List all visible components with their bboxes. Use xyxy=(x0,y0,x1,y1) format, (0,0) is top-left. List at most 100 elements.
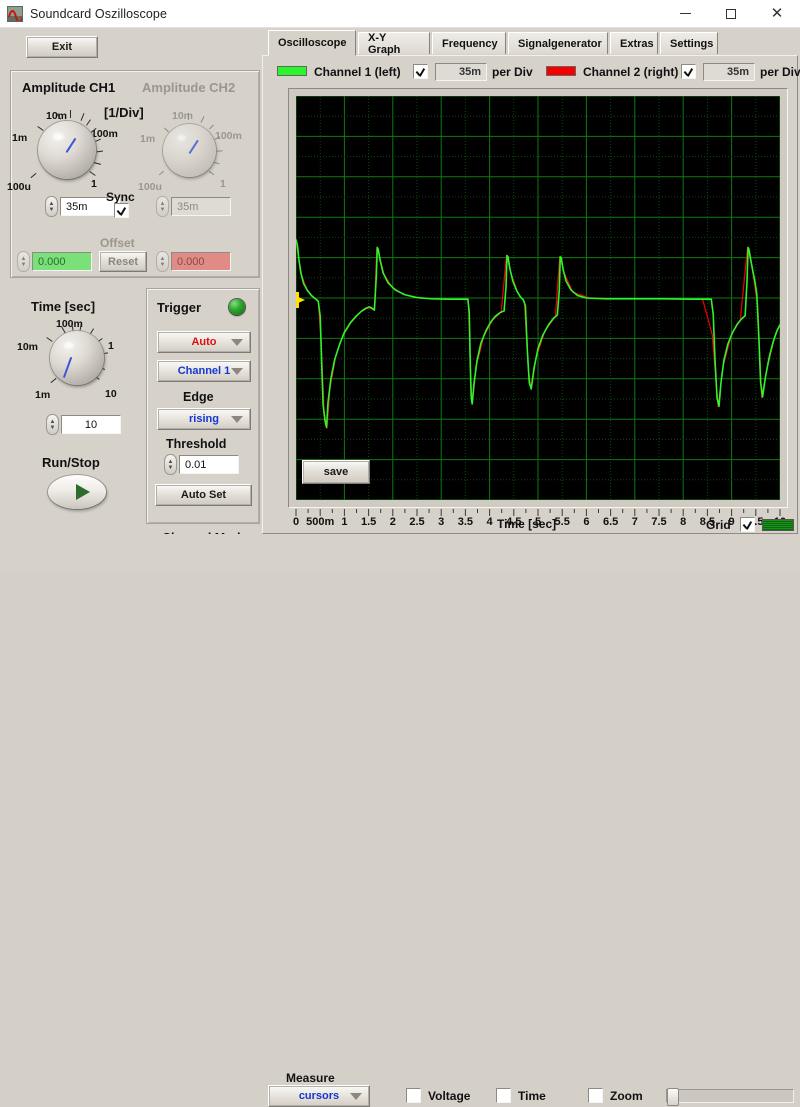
channel2-enable-checkbox[interactable] xyxy=(681,64,696,79)
stepper-down-icon: ▼ xyxy=(159,206,166,213)
trigger-source-select[interactable]: Channel 1 xyxy=(157,360,251,382)
x-tick-label: 5.5 xyxy=(554,516,570,528)
threshold-value[interactable]: 0.01 xyxy=(179,455,239,474)
x-tick-label: 0 xyxy=(292,516,300,528)
measure-slider-track[interactable] xyxy=(666,1088,794,1106)
knob-pointer xyxy=(62,356,73,379)
time-knob-tick xyxy=(50,377,57,384)
offset-ch1-value[interactable]: 0.000 xyxy=(32,252,92,271)
channel1-perdiv-label: per Div xyxy=(492,65,533,79)
trigger-led-icon xyxy=(229,299,245,315)
check-icon xyxy=(116,206,127,215)
knob-highlight xyxy=(53,132,64,141)
stepper-arrows[interactable]: ▲ ▼ xyxy=(45,196,58,217)
stepper-down-icon: ▼ xyxy=(167,464,174,471)
channel1-color-swatch xyxy=(277,66,307,76)
stepper-arrows[interactable]: ▲ ▼ xyxy=(156,196,169,217)
measure-time-label: Time xyxy=(518,1089,546,1103)
minimize-button[interactable] xyxy=(662,0,708,28)
stepper-arrows[interactable]: ▲ ▼ xyxy=(46,414,59,435)
auto-set-button[interactable]: Auto Set xyxy=(155,484,252,506)
time-knob[interactable] xyxy=(50,331,104,385)
x-tick-label: 500m xyxy=(306,516,335,528)
oscilloscope-plot[interactable] xyxy=(296,96,780,500)
stepper-arrows[interactable]: ▲ ▼ xyxy=(164,454,177,475)
exit-button[interactable]: Exit xyxy=(26,36,98,58)
trigger-source-value: Channel 1 xyxy=(177,365,231,377)
stepper-down-icon: ▼ xyxy=(48,206,55,213)
stepper-down-icon: ▼ xyxy=(49,424,56,431)
measure-voltage-checkbox[interactable] xyxy=(406,1088,421,1103)
tab-xy-graph[interactable]: X-Y Graph xyxy=(358,32,430,56)
amplitude-ch2-value[interactable]: 35m xyxy=(171,197,231,216)
x-tick-label: 2.5 xyxy=(409,516,425,528)
time-value-stepper[interactable]: ▲ ▼ 10 xyxy=(46,414,121,435)
save-button[interactable]: save xyxy=(302,460,370,484)
trigger-edge-select[interactable]: rising xyxy=(157,408,251,430)
channel2-perdiv-value[interactable]: 35m xyxy=(703,63,755,81)
plot-canvas xyxy=(296,96,780,500)
tab-extras[interactable]: Extras xyxy=(610,32,658,54)
amplitude-ch2-value-stepper[interactable]: ▲ ▼ 35m xyxy=(156,196,231,217)
tab-oscilloscope[interactable]: Oscilloscope xyxy=(268,30,356,56)
measure-time-checkbox[interactable] xyxy=(496,1088,511,1103)
app-window: Soundcard Oszilloscope ✕ Exit Amplitude … xyxy=(0,0,800,1107)
time-scale-1: 1 xyxy=(108,340,114,352)
time-value[interactable]: 10 xyxy=(61,415,121,434)
stepper-arrows[interactable]: ▲ ▼ xyxy=(17,251,30,272)
offset-ch2-stepper[interactable]: ▲ ▼ 0.000 xyxy=(156,251,231,272)
tab-signalgenerator[interactable]: Signalgenerator xyxy=(508,32,608,54)
knob-pointer xyxy=(188,139,199,155)
channel1-enable-checkbox[interactable] xyxy=(413,64,428,79)
time-title: Time [sec] xyxy=(31,299,96,314)
x-tick-label: 6 xyxy=(583,516,590,528)
offset-reset-button[interactable]: Reset xyxy=(99,251,147,272)
trigger-title: Trigger xyxy=(157,300,202,315)
tab-settings[interactable]: Settings xyxy=(660,32,718,54)
trigger-edge-value: rising xyxy=(189,413,219,425)
maximize-icon xyxy=(726,8,736,19)
threshold-label: Threshold xyxy=(166,437,227,451)
x-tick-label: 2 xyxy=(389,516,396,528)
measure-zoom-label: Zoom xyxy=(610,1089,643,1103)
maximize-button[interactable] xyxy=(708,0,754,28)
grid-checkbox[interactable] xyxy=(740,517,755,532)
measure-mode-select[interactable]: cursors xyxy=(268,1085,370,1107)
amplitude-ch1-title: Amplitude CH1 xyxy=(22,80,116,95)
x-tick-label: 6.5 xyxy=(602,516,619,528)
amplitude-group xyxy=(10,70,260,278)
run-stop-button[interactable] xyxy=(48,475,106,509)
close-button[interactable]: ✕ xyxy=(754,0,800,28)
sync-checkbox[interactable] xyxy=(114,203,129,218)
grid-color-swatch[interactable] xyxy=(762,519,794,531)
channel1-perdiv-value[interactable]: 35m xyxy=(435,63,487,81)
measure-mode-value: cursors xyxy=(298,1090,340,1102)
per-div-label: [1/Div] xyxy=(104,105,144,120)
knob-highlight xyxy=(64,341,74,349)
x-tick-label: 4 xyxy=(486,516,493,528)
time-scale-10m: 10m xyxy=(17,341,39,353)
threshold-stepper[interactable]: ▲ ▼ 0.01 xyxy=(164,454,239,475)
run-stop-label: Run/Stop xyxy=(42,455,100,470)
check-icon xyxy=(742,520,753,529)
trigger-mode-select[interactable]: Auto xyxy=(157,331,251,353)
x-tick-label: 7 xyxy=(631,516,638,528)
chevron-down-icon xyxy=(231,367,243,375)
amplitude-ch2-title: Amplitude CH2 xyxy=(142,80,236,95)
tab-frequency[interactable]: Frequency xyxy=(432,32,506,54)
measure-bar: Measure cursors Voltage Time Zoom xyxy=(0,534,800,1107)
stepper-arrows[interactable]: ▲ ▼ xyxy=(156,251,169,272)
amplitude-ch1-knob[interactable] xyxy=(38,121,96,179)
amplitude-ch2-knob[interactable] xyxy=(163,124,216,177)
measure-voltage-label: Voltage xyxy=(428,1089,471,1103)
measure-slider-thumb[interactable] xyxy=(667,1088,679,1106)
channel2-label: Channel 2 (right) xyxy=(583,65,679,79)
minimize-icon xyxy=(679,13,691,14)
offset-ch1-stepper[interactable]: ▲ ▼ 0.000 xyxy=(17,251,92,272)
check-icon xyxy=(415,67,426,76)
trigger-mode-value: Auto xyxy=(191,336,217,348)
ch2-scale-1: 1 xyxy=(220,178,226,190)
measure-zoom-checkbox[interactable] xyxy=(588,1088,603,1103)
stepper-down-icon: ▼ xyxy=(20,261,27,268)
offset-ch2-value[interactable]: 0.000 xyxy=(171,252,231,271)
